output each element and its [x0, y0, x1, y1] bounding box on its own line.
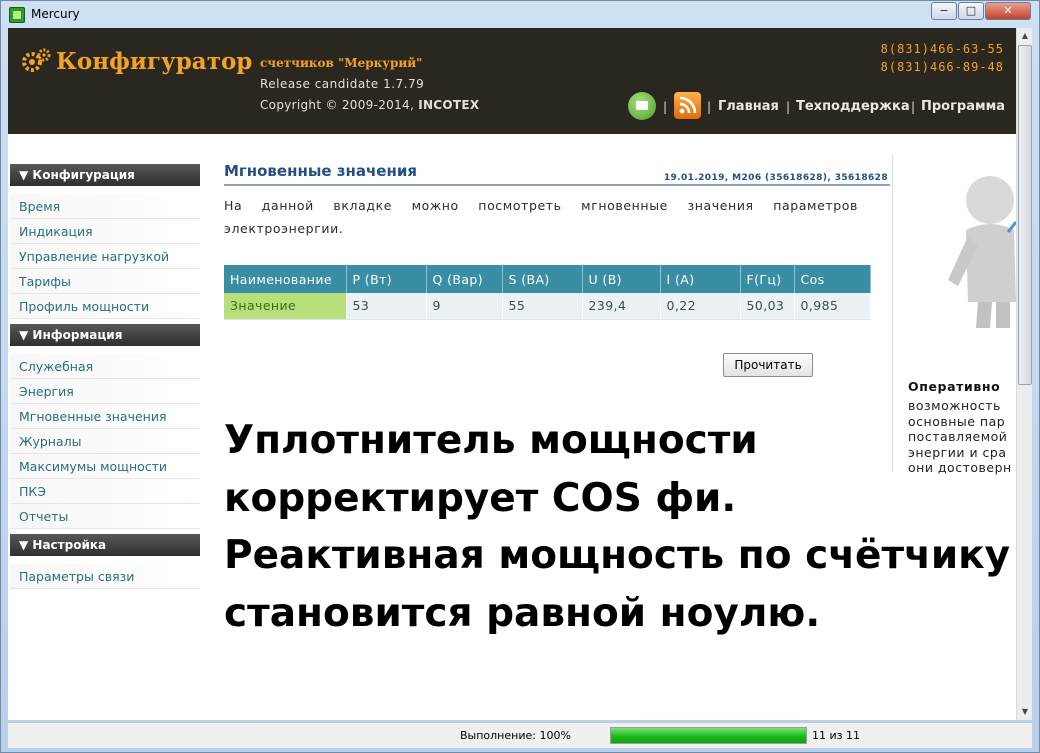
phone-1: 8(831)466-63-55: [880, 42, 1004, 56]
scrollbar-thumb[interactable]: [1018, 45, 1032, 385]
title-bar[interactable]: Mercury − □ ✕: [1, 1, 1039, 29]
sidebar-item-power-maximums[interactable]: Максимумы мощности: [10, 454, 200, 479]
scroll-up-icon[interactable]: ▲: [1017, 28, 1033, 44]
nav-support-link[interactable]: Техподдержка: [796, 99, 910, 114]
progress-count: 11 из 11: [812, 729, 860, 742]
overlay-line: корректирует COS фи.: [224, 475, 737, 521]
sidebar-item-journals[interactable]: Журналы: [10, 429, 200, 454]
sidebar-item-indication[interactable]: Индикация: [10, 219, 200, 244]
maximize-button[interactable]: □: [958, 2, 984, 20]
read-button[interactable]: Прочитать: [723, 353, 813, 377]
sidebar-item-time[interactable]: Время: [10, 194, 200, 219]
vertical-scrollbar[interactable]: ▲ ▼: [1016, 28, 1032, 720]
client-area: Конфигуратор счетчиков "Меркурий" Releas…: [8, 28, 1016, 720]
minimize-button[interactable]: −: [931, 2, 957, 20]
page-description: На данной вкладке можно посмотреть мгнов…: [224, 198, 858, 236]
column-header: S (ВА): [502, 265, 583, 293]
nav-separator: |: [786, 100, 791, 114]
overlay-line: Реактивная мощность по счётчику: [224, 533, 1011, 578]
rss-icon[interactable]: [674, 92, 701, 119]
page-title: Мгновенные значения: [224, 162, 417, 180]
nav-program-link[interactable]: Программа: [921, 99, 1005, 114]
close-button[interactable]: ✕: [985, 2, 1031, 20]
header: Конфигуратор счетчиков "Меркурий" Releas…: [8, 28, 1016, 134]
copyright-company: INCOTEX: [418, 98, 480, 112]
column-header: Q (Вар): [426, 265, 503, 293]
status-label: Выполнение: 100%: [460, 729, 571, 742]
sidebar-section-configuration[interactable]: ▼ Конфигурация: [10, 164, 200, 186]
brand-subtitle: счетчиков "Меркурий": [260, 56, 423, 70]
column-header: U (В): [582, 265, 661, 293]
column-header: Cos: [794, 265, 871, 293]
table-cell: 50,03: [740, 293, 795, 320]
copyright: Copyright © 2009-2014, INCOTEX: [260, 98, 479, 112]
sidebar-item-pke[interactable]: ПКЭ: [10, 479, 200, 504]
column-header: F(Гц): [740, 265, 795, 293]
copyright-text: Copyright © 2009-2014,: [260, 98, 419, 112]
values-table: Наименование P (Вт) Q (Вар) S (ВА) U (В)…: [224, 265, 871, 320]
column-header: P (Вт): [346, 265, 427, 293]
overlay-line: становится равной ноулю.: [224, 590, 821, 636]
title-divider: [224, 184, 890, 186]
nav-separator: |: [707, 100, 712, 114]
phone-2: 8(831)466-89-48: [880, 60, 1004, 74]
sidebar-item-power-profile[interactable]: Профиль мощности: [10, 294, 200, 319]
table-cell: 0,985: [794, 293, 871, 320]
table-cell: 9: [426, 293, 503, 320]
window-title: Mercury: [31, 7, 80, 21]
overlay-line: Уплотнитель мощности: [224, 418, 758, 463]
table-cell: Значение: [224, 293, 347, 320]
sidebar-item-service[interactable]: Служебная: [10, 354, 200, 379]
status-bar: Выполнение: 100% 11 из 11: [8, 722, 1032, 748]
nav-home-link[interactable]: Главная: [718, 99, 779, 114]
table-cell: 239,4: [582, 293, 661, 320]
brand-title: Конфигуратор: [56, 48, 253, 75]
sidebar-item-reports[interactable]: Отчеты: [10, 504, 200, 529]
mascot-figure-image: [948, 176, 1016, 328]
release-version: Release candidate 1.7.79: [260, 77, 425, 91]
side-note-title: Оперативно: [908, 379, 1001, 394]
progress-fill: [611, 728, 806, 743]
device-meta: 19.01.2019, M206 (35618628), 35618628: [663, 173, 888, 183]
sidebar-item-energy[interactable]: Энергия: [10, 379, 200, 404]
print-icon[interactable]: [628, 92, 656, 120]
nav-separator: |: [663, 100, 668, 114]
column-header: Наименование: [224, 265, 347, 293]
overlay-caption: Уплотнитель мощности корректирует COS фи…: [224, 412, 1010, 642]
progress-bar: [610, 727, 807, 744]
sidebar-section-information[interactable]: ▼ Информация: [10, 324, 200, 346]
sidebar-item-connection-params[interactable]: Параметры связи: [10, 564, 200, 589]
table-cell: 0,22: [660, 293, 741, 320]
sidebar-item-instant-values[interactable]: Мгновенные значения: [10, 404, 200, 429]
gear-icon: [22, 48, 51, 72]
table-cell: 55: [502, 293, 583, 320]
sidebar-item-tariffs[interactable]: Тарифы: [10, 269, 200, 294]
sidebar-item-load-control[interactable]: Управление нагрузкой: [10, 244, 200, 269]
sidebar-section-settings[interactable]: ▼ Настройка: [10, 534, 200, 556]
app-icon: [9, 7, 25, 23]
column-header: I (А): [660, 265, 741, 293]
table-header-row: Наименование P (Вт) Q (Вар) S (ВА) U (В)…: [224, 265, 871, 293]
table-row: Значение 53 9 55 239,4 0,22 50,03 0,985: [224, 293, 871, 320]
nav-separator: |: [911, 100, 916, 114]
scroll-down-icon[interactable]: ▼: [1017, 704, 1033, 720]
table-cell: 53: [346, 293, 427, 320]
